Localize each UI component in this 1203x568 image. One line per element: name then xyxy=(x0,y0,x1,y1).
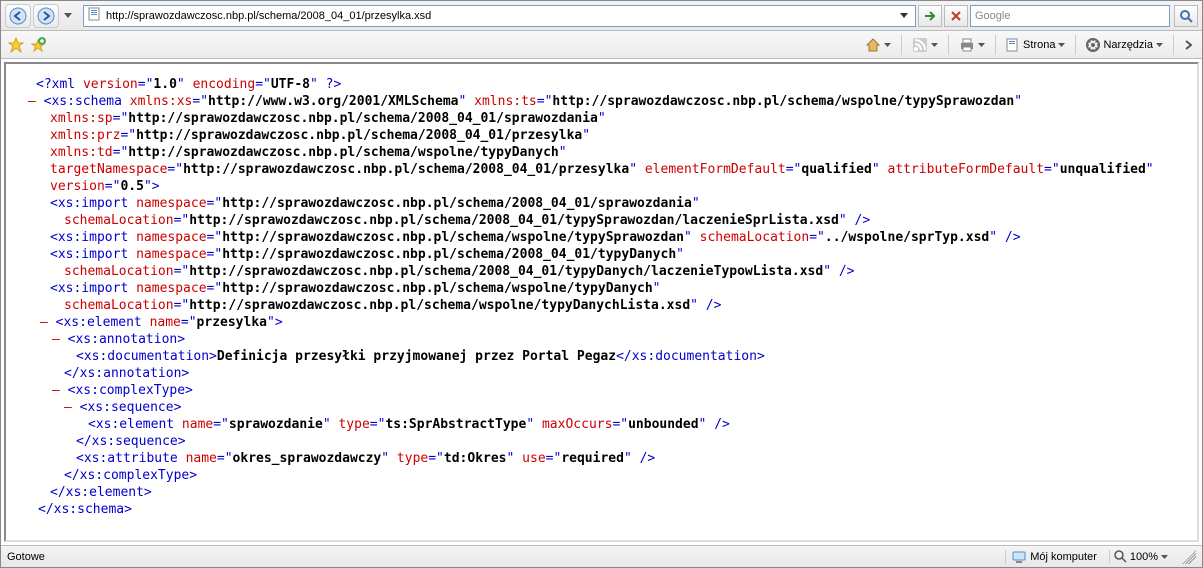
forward-button[interactable] xyxy=(33,4,59,28)
url-wrap: Google xyxy=(83,5,1198,27)
collapse-toggle[interactable]: – xyxy=(52,332,60,347)
xml-line: <xs:element name="sprawozdanie" type="ts… xyxy=(28,416,1185,433)
collapse-toggle[interactable]: – xyxy=(64,400,72,415)
nav-history-dropdown[interactable] xyxy=(61,5,75,27)
page-icon xyxy=(88,7,102,24)
collapse-toggle[interactable]: – xyxy=(40,315,48,330)
xml-line: <xs:documentation>Definicja przesyłki pr… xyxy=(28,348,1185,365)
xml-line: xmlns:td="http://sprawozdawczosc.nbp.pl/… xyxy=(28,144,1185,161)
search-box[interactable]: Google xyxy=(970,5,1170,27)
stop-button[interactable] xyxy=(944,5,968,27)
page-menu-button[interactable]: Strona xyxy=(1002,36,1069,54)
chevron-down-icon xyxy=(931,43,938,47)
browser-navbar: Google xyxy=(1,1,1202,31)
xml-line: – <xs:element name="przesylka"> xyxy=(28,314,1185,331)
xml-line: version="0.5"> xyxy=(28,178,1185,195)
search-placeholder: Google xyxy=(975,10,1010,22)
resize-grip[interactable] xyxy=(1182,550,1196,564)
chevron-down-icon xyxy=(1058,43,1065,47)
tools-menu-label: Narzędzia xyxy=(1103,39,1153,51)
separator xyxy=(948,35,949,55)
xml-line: targetNamespace="http://sprawozdawczosc.… xyxy=(28,161,1185,178)
xml-line: <xs:import namespace="http://sprawozdawc… xyxy=(28,229,1185,246)
xml-line: xmlns:prz="http://sprawozdawczosc.nbp.pl… xyxy=(28,127,1185,144)
home-button[interactable] xyxy=(861,35,895,55)
zoom-control[interactable]: 100% xyxy=(1109,550,1172,563)
print-button[interactable] xyxy=(955,35,989,55)
zone-label: Mój komputer xyxy=(1030,551,1097,563)
status-text: Gotowe xyxy=(7,551,45,563)
xml-line: – <xs:annotation> xyxy=(28,331,1185,348)
separator xyxy=(995,35,996,55)
magnifier-icon xyxy=(1114,550,1127,563)
xml-line: xmlns:sp="http://sprawozdawczosc.nbp.pl/… xyxy=(28,110,1185,127)
chevron-down-icon xyxy=(1156,43,1163,47)
zoom-value: 100% xyxy=(1130,551,1158,563)
xml-line: <xs:import namespace="http://sprawozdawc… xyxy=(28,246,1185,263)
chevron-down-icon xyxy=(1161,555,1168,559)
browser-toolbar: Strona Narzędzia xyxy=(1,31,1202,59)
add-favorite-button[interactable] xyxy=(29,36,47,54)
xml-line: <?xml version="1.0" encoding="UTF-8" ?> xyxy=(28,76,1185,93)
favorites-button[interactable] xyxy=(7,36,25,54)
xml-line: – <xs:sequence> xyxy=(28,399,1185,416)
chevron-down-icon xyxy=(884,43,891,47)
xml-line: schemaLocation="http://sprawozdawczosc.n… xyxy=(28,212,1185,229)
separator xyxy=(1173,35,1174,55)
xml-line: – <xs:complexType> xyxy=(28,382,1185,399)
separator xyxy=(901,35,902,55)
xml-line: </xs:annotation> xyxy=(28,365,1185,382)
xml-line: <xs:import namespace="http://sprawozdawc… xyxy=(28,195,1185,212)
xml-line: </xs:element> xyxy=(28,484,1185,501)
xml-line: schemaLocation="http://sprawozdawczosc.n… xyxy=(28,297,1185,314)
separator xyxy=(1075,35,1076,55)
url-input[interactable] xyxy=(106,10,897,22)
xml-line: </xs:schema> xyxy=(28,501,1185,518)
xml-viewer: <?xml version="1.0" encoding="UTF-8" ?> … xyxy=(4,62,1199,542)
collapse-toggle[interactable]: – xyxy=(28,94,36,109)
go-button[interactable] xyxy=(918,5,942,27)
xml-line: </xs:sequence> xyxy=(28,433,1185,450)
xml-line: <xs:import namespace="http://sprawozdawc… xyxy=(28,280,1185,297)
computer-icon xyxy=(1012,550,1026,564)
url-dropdown[interactable] xyxy=(897,5,911,27)
tools-menu-button[interactable]: Narzędzia xyxy=(1082,36,1167,54)
address-bar[interactable] xyxy=(83,5,916,27)
toolbar-expand-button[interactable] xyxy=(1180,38,1196,52)
back-button[interactable] xyxy=(5,4,31,28)
security-zone[interactable]: Mój komputer xyxy=(1005,550,1103,564)
xml-line: </xs:complexType> xyxy=(28,467,1185,484)
status-bar: Gotowe Mój komputer 100% xyxy=(1,545,1202,567)
xml-line: <xs:attribute name="okres_sprawozdawczy"… xyxy=(28,450,1185,467)
chevron-down-icon xyxy=(978,43,985,47)
xml-line: schemaLocation="http://sprawozdawczosc.n… xyxy=(28,263,1185,280)
collapse-toggle[interactable]: – xyxy=(52,383,60,398)
search-button[interactable] xyxy=(1174,5,1198,27)
feeds-button[interactable] xyxy=(908,35,942,55)
xml-line: – <xs:schema xmlns:xs="http://www.w3.org… xyxy=(28,93,1185,110)
page-menu-label: Strona xyxy=(1023,39,1055,51)
